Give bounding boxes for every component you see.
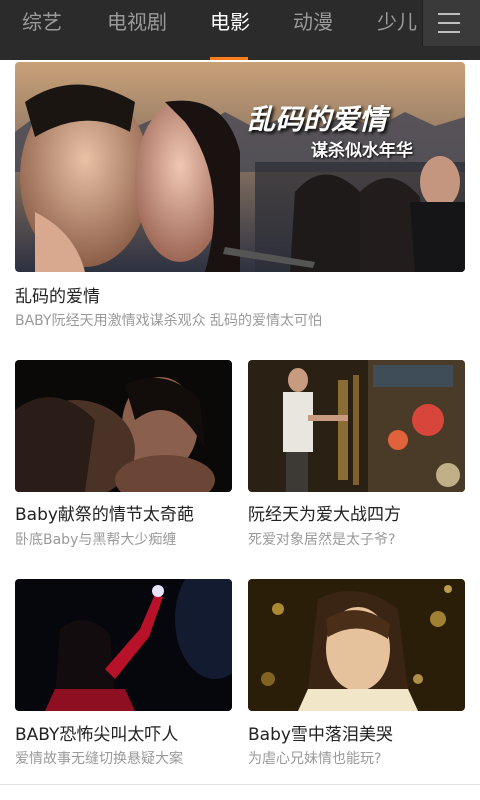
tab-variety[interactable]: 综艺 <box>22 0 62 60</box>
movie-card-thumbnail[interactable] <box>15 579 232 711</box>
thumbnail-image <box>15 579 232 711</box>
movie-card-title[interactable]: BABY恐怖尖叫太吓人 <box>15 720 178 745</box>
tab-anime[interactable]: 动漫 <box>293 0 333 60</box>
movie-card-thumbnail[interactable] <box>248 360 465 492</box>
movie-card-thumbnail[interactable] <box>15 360 232 492</box>
poster-title-text: 乱码的爱情 <box>247 103 388 136</box>
movie-card-subtitle: 爱情故事无缝切换悬疑大案 <box>15 751 183 767</box>
movie-card-title[interactable]: 阮经天为爱大战四方 <box>248 500 401 525</box>
tab-tv-series[interactable]: 电视剧 <box>107 0 167 60</box>
category-tabs: 综艺 电视剧 电影 动漫 少儿 <box>0 0 420 60</box>
movie-card-title[interactable]: Baby雪中落泪美哭 <box>248 720 393 745</box>
thumbnail-image <box>248 360 465 492</box>
movie-feed: 乱码的爱情 谋杀似水年华 乱码的爱情 BABY阮经天用激情戏谋杀观众 乱码的爱情… <box>0 60 480 800</box>
poster-subtitle-text: 谋杀似水年华 <box>311 141 413 161</box>
featured-poster[interactable]: 乱码的爱情 谋杀似水年华 <box>15 62 465 272</box>
thumbnail-image <box>248 579 465 711</box>
featured-title[interactable]: 乱码的爱情 <box>15 282 100 307</box>
movie-card-title[interactable]: Baby献祭的情节太奇葩 <box>15 500 194 525</box>
top-nav-bar: 综艺 电视剧 电影 动漫 少儿 <box>0 0 480 60</box>
tab-movies[interactable]: 电影 <box>210 0 250 60</box>
movie-card-subtitle: 卧底Baby与黑帮大少痴缠 <box>15 532 177 548</box>
movie-card-thumbnail[interactable] <box>248 579 465 711</box>
featured-poster-image <box>15 62 465 272</box>
bottom-divider <box>0 784 480 785</box>
hamburger-menu-icon[interactable] <box>422 0 480 46</box>
thumbnail-image <box>15 360 232 492</box>
tab-kids[interactable]: 少儿 <box>377 0 417 60</box>
movie-card-subtitle: 为虐心兄妹情也能玩? <box>248 751 382 767</box>
movie-card-subtitle: 死爱对象居然是太子爷? <box>248 532 396 548</box>
featured-subtitle: BABY阮经天用激情戏谋杀观众 乱码的爱情太可怕 <box>15 313 323 329</box>
